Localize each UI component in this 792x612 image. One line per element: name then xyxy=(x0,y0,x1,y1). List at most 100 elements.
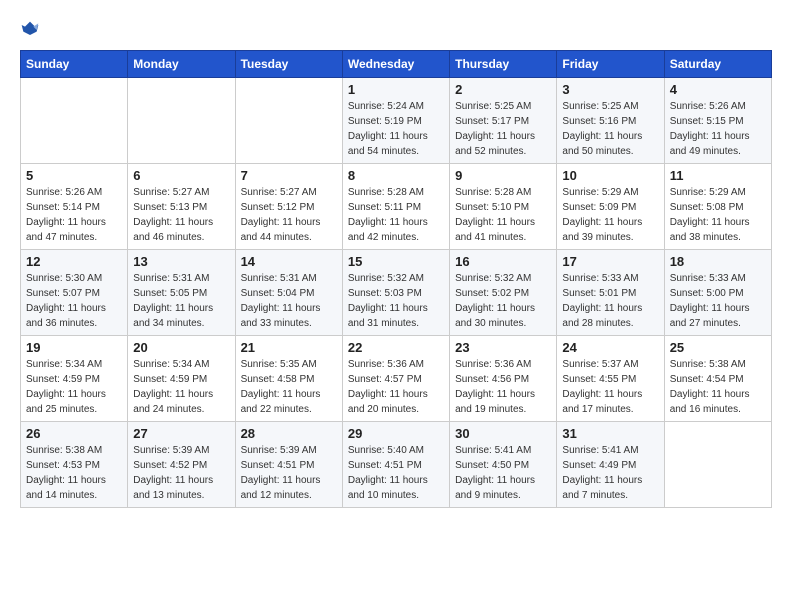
day-number: 11 xyxy=(670,168,766,183)
calendar-cell: 19Sunrise: 5:34 AM Sunset: 4:59 PM Dayli… xyxy=(21,336,128,422)
day-info: Sunrise: 5:25 AM Sunset: 5:17 PM Dayligh… xyxy=(455,99,551,159)
calendar-cell: 4 Sunrise: 5:26 AM Sunset: 5:15 PM Daylig… xyxy=(664,78,771,164)
calendar-cell: 13 Sunrise: 5:31 AM Sunset: 5:05 PM Dayli… xyxy=(128,250,235,336)
calendar-cell: 14 Sunrise: 5:31 AM Sunset: 5:04 PM Dayli… xyxy=(235,250,342,336)
day-number: 21 xyxy=(241,340,337,355)
day-info: Sunrise: 5:28 AM Sunset: 5:11 PM Dayligh… xyxy=(348,185,444,245)
calendar-cell: 25 Sunrise: 5:38 AM Sunset: 4:54 PM Dayli… xyxy=(664,336,771,422)
calendar-week-4: 19Sunrise: 5:34 AM Sunset: 4:59 PM Dayli… xyxy=(21,336,772,422)
day-number: 7 xyxy=(241,168,337,183)
calendar-cell: 31 Sunrise: 5:41 AM Sunset: 4:49 PM Dayli… xyxy=(557,422,664,508)
day-info: Sunrise: 5:26 AM Sunset: 5:15 PM Dayligh… xyxy=(670,99,766,159)
day-number: 25 xyxy=(670,340,766,355)
day-info: Sunrise: 5:41 AM Sunset: 4:49 PM Dayligh… xyxy=(562,443,658,503)
day-info: Sunrise: 5:38 AM Sunset: 4:54 PM Dayligh… xyxy=(670,357,766,417)
day-info: Sunrise: 5:37 AM Sunset: 4:55 PM Dayligh… xyxy=(562,357,658,417)
calendar-cell: 9 Sunrise: 5:28 AM Sunset: 5:10 PM Daylig… xyxy=(450,164,557,250)
day-number: 30 xyxy=(455,426,551,441)
weekday-header-thursday: Thursday xyxy=(450,51,557,78)
weekday-header-friday: Friday xyxy=(557,51,664,78)
day-number: 1 xyxy=(348,82,444,97)
calendar-cell: 11 Sunrise: 5:29 AM Sunset: 5:08 PM Dayli… xyxy=(664,164,771,250)
day-info: Sunrise: 5:27 AM Sunset: 5:13 PM Dayligh… xyxy=(133,185,229,245)
calendar-cell xyxy=(235,78,342,164)
calendar-week-5: 26 Sunrise: 5:38 AM Sunset: 4:53 PM Dayli… xyxy=(21,422,772,508)
day-number: 6 xyxy=(133,168,229,183)
day-number: 31 xyxy=(562,426,658,441)
calendar-week-1: 1 Sunrise: 5:24 AM Sunset: 5:19 PM Daylig… xyxy=(21,78,772,164)
day-number: 24 xyxy=(562,340,658,355)
calendar-cell xyxy=(21,78,128,164)
day-info: Sunrise: 5:28 AM Sunset: 5:10 PM Dayligh… xyxy=(455,185,551,245)
day-number: 29 xyxy=(348,426,444,441)
calendar-cell: 20Sunrise: 5:34 AM Sunset: 4:59 PM Dayli… xyxy=(128,336,235,422)
day-number: 28 xyxy=(241,426,337,441)
day-number: 12 xyxy=(26,254,122,269)
day-info: Sunrise: 5:39 AM Sunset: 4:52 PM Dayligh… xyxy=(133,443,229,503)
day-number: 15 xyxy=(348,254,444,269)
day-info: Sunrise: 5:35 AM Sunset: 4:58 PM Dayligh… xyxy=(241,357,337,417)
calendar-cell: 17 Sunrise: 5:33 AM Sunset: 5:01 PM Dayli… xyxy=(557,250,664,336)
day-info: Sunrise: 5:25 AM Sunset: 5:16 PM Dayligh… xyxy=(562,99,658,159)
day-number: 8 xyxy=(348,168,444,183)
day-info: Sunrise: 5:38 AM Sunset: 4:53 PM Dayligh… xyxy=(26,443,122,503)
day-number: 14 xyxy=(241,254,337,269)
day-info: Sunrise: 5:34 AM Sunset: 4:59 PM Dayligh… xyxy=(26,357,122,417)
day-info: Sunrise: 5:30 AM Sunset: 5:07 PM Dayligh… xyxy=(26,271,122,331)
calendar-cell: 21 Sunrise: 5:35 AM Sunset: 4:58 PM Dayli… xyxy=(235,336,342,422)
day-number: 4 xyxy=(670,82,766,97)
day-number: 13 xyxy=(133,254,229,269)
calendar-week-2: 5 Sunrise: 5:26 AM Sunset: 5:14 PM Daylig… xyxy=(21,164,772,250)
day-info: Sunrise: 5:33 AM Sunset: 5:00 PM Dayligh… xyxy=(670,271,766,331)
day-info: Sunrise: 5:32 AM Sunset: 5:03 PM Dayligh… xyxy=(348,271,444,331)
day-number: 3 xyxy=(562,82,658,97)
calendar-cell: 2 Sunrise: 5:25 AM Sunset: 5:17 PM Daylig… xyxy=(450,78,557,164)
logo xyxy=(20,20,44,40)
day-number: 27 xyxy=(133,426,229,441)
calendar-cell: 27 Sunrise: 5:39 AM Sunset: 4:52 PM Dayli… xyxy=(128,422,235,508)
calendar-cell xyxy=(128,78,235,164)
day-info: Sunrise: 5:26 AM Sunset: 5:14 PM Dayligh… xyxy=(26,185,122,245)
calendar-cell: 23 Sunrise: 5:36 AM Sunset: 4:56 PM Dayli… xyxy=(450,336,557,422)
calendar-cell: 1 Sunrise: 5:24 AM Sunset: 5:19 PM Daylig… xyxy=(342,78,449,164)
calendar-cell: 15 Sunrise: 5:32 AM Sunset: 5:03 PM Dayli… xyxy=(342,250,449,336)
day-number: 23 xyxy=(455,340,551,355)
day-info: Sunrise: 5:33 AM Sunset: 5:01 PM Dayligh… xyxy=(562,271,658,331)
day-number: 22 xyxy=(348,340,444,355)
day-number: 9 xyxy=(455,168,551,183)
calendar-cell: 16 Sunrise: 5:32 AM Sunset: 5:02 PM Dayli… xyxy=(450,250,557,336)
weekday-header-sunday: Sunday xyxy=(21,51,128,78)
calendar-cell: 24 Sunrise: 5:37 AM Sunset: 4:55 PM Dayli… xyxy=(557,336,664,422)
weekday-header-saturday: Saturday xyxy=(664,51,771,78)
calendar-cell: 10 Sunrise: 5:29 AM Sunset: 5:09 PM Dayli… xyxy=(557,164,664,250)
page-header xyxy=(20,20,772,40)
day-number: 16 xyxy=(455,254,551,269)
calendar-cell: 3 Sunrise: 5:25 AM Sunset: 5:16 PM Daylig… xyxy=(557,78,664,164)
calendar-table: SundayMondayTuesdayWednesdayThursdayFrid… xyxy=(20,50,772,508)
day-number: 18 xyxy=(670,254,766,269)
calendar-cell: 30 Sunrise: 5:41 AM Sunset: 4:50 PM Dayli… xyxy=(450,422,557,508)
day-info: Sunrise: 5:34 AM Sunset: 4:59 PM Dayligh… xyxy=(133,357,229,417)
calendar-week-3: 12 Sunrise: 5:30 AM Sunset: 5:07 PM Dayli… xyxy=(21,250,772,336)
day-info: Sunrise: 5:36 AM Sunset: 4:57 PM Dayligh… xyxy=(348,357,444,417)
calendar-cell: 7 Sunrise: 5:27 AM Sunset: 5:12 PM Daylig… xyxy=(235,164,342,250)
day-number: 5 xyxy=(26,168,122,183)
day-info: Sunrise: 5:29 AM Sunset: 5:09 PM Dayligh… xyxy=(562,185,658,245)
day-info: Sunrise: 5:36 AM Sunset: 4:56 PM Dayligh… xyxy=(455,357,551,417)
day-info: Sunrise: 5:24 AM Sunset: 5:19 PM Dayligh… xyxy=(348,99,444,159)
day-info: Sunrise: 5:31 AM Sunset: 5:04 PM Dayligh… xyxy=(241,271,337,331)
day-number: 17 xyxy=(562,254,658,269)
day-info: Sunrise: 5:29 AM Sunset: 5:08 PM Dayligh… xyxy=(670,185,766,245)
day-number: 2 xyxy=(455,82,551,97)
weekday-header-wednesday: Wednesday xyxy=(342,51,449,78)
calendar-cell: 6 Sunrise: 5:27 AM Sunset: 5:13 PM Daylig… xyxy=(128,164,235,250)
logo-icon xyxy=(20,20,40,40)
day-info: Sunrise: 5:27 AM Sunset: 5:12 PM Dayligh… xyxy=(241,185,337,245)
day-number: 26 xyxy=(26,426,122,441)
day-info: Sunrise: 5:32 AM Sunset: 5:02 PM Dayligh… xyxy=(455,271,551,331)
day-info: Sunrise: 5:41 AM Sunset: 4:50 PM Dayligh… xyxy=(455,443,551,503)
day-number: 10 xyxy=(562,168,658,183)
day-info: Sunrise: 5:31 AM Sunset: 5:05 PM Dayligh… xyxy=(133,271,229,331)
calendar-cell: 8 Sunrise: 5:28 AM Sunset: 5:11 PM Daylig… xyxy=(342,164,449,250)
day-info: Sunrise: 5:40 AM Sunset: 4:51 PM Dayligh… xyxy=(348,443,444,503)
